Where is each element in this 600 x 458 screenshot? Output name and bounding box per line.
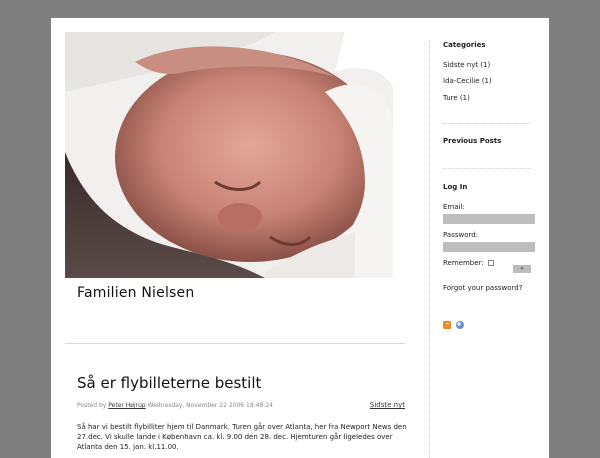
post-body: Så har vi bestilt flybilliter hjem til D…	[77, 423, 407, 451]
rss-icon[interactable]	[443, 321, 451, 329]
header-photo	[65, 32, 393, 278]
sleeping-baby-image	[65, 32, 393, 278]
remember-label: Remember:	[443, 259, 484, 267]
post-meta-prefix: Posted by	[77, 402, 107, 409]
site-title: Familien Nielsen	[77, 285, 195, 301]
email-label: Email:	[443, 203, 465, 211]
previous-posts-heading: Previous Posts	[443, 137, 502, 145]
post-author-link[interactable]: Peter Højrup	[108, 402, 145, 409]
category-link-sidste-nyt[interactable]: Sidste nyt (1)	[443, 61, 490, 69]
password-field[interactable]	[443, 242, 535, 252]
badge-icon[interactable]	[455, 320, 465, 330]
email-field[interactable]	[443, 214, 535, 224]
page-container: Familien Nielsen Så er flybilleterne bes…	[51, 18, 549, 458]
post-date: Wednesday, November 22 2006 18:48:24	[147, 402, 273, 409]
login-submit-button[interactable]: »	[513, 265, 531, 273]
sidebar-divider	[429, 40, 430, 458]
login-heading: Log In	[443, 183, 468, 191]
sidebar-separator	[443, 123, 531, 124]
remember-checkbox[interactable]	[487, 260, 494, 266]
post-category-link[interactable]: Sidste nyt	[370, 401, 405, 409]
category-link-ture[interactable]: Ture (1)	[443, 94, 470, 102]
categories-heading: Categories	[443, 41, 486, 49]
remember-row: Remember:	[443, 259, 494, 267]
main-divider	[65, 343, 405, 344]
post-meta: Posted by Peter Højrup Wednesday, Novemb…	[77, 401, 405, 409]
sidebar-separator	[443, 168, 531, 169]
password-label: Password:	[443, 231, 479, 239]
forgot-password-link[interactable]: Forgot your password?	[443, 284, 522, 292]
category-link-ida-cecilie[interactable]: Ida-Cecilie (1)	[443, 77, 492, 85]
post-title[interactable]: Så er flybilleterne bestilt	[77, 374, 261, 392]
